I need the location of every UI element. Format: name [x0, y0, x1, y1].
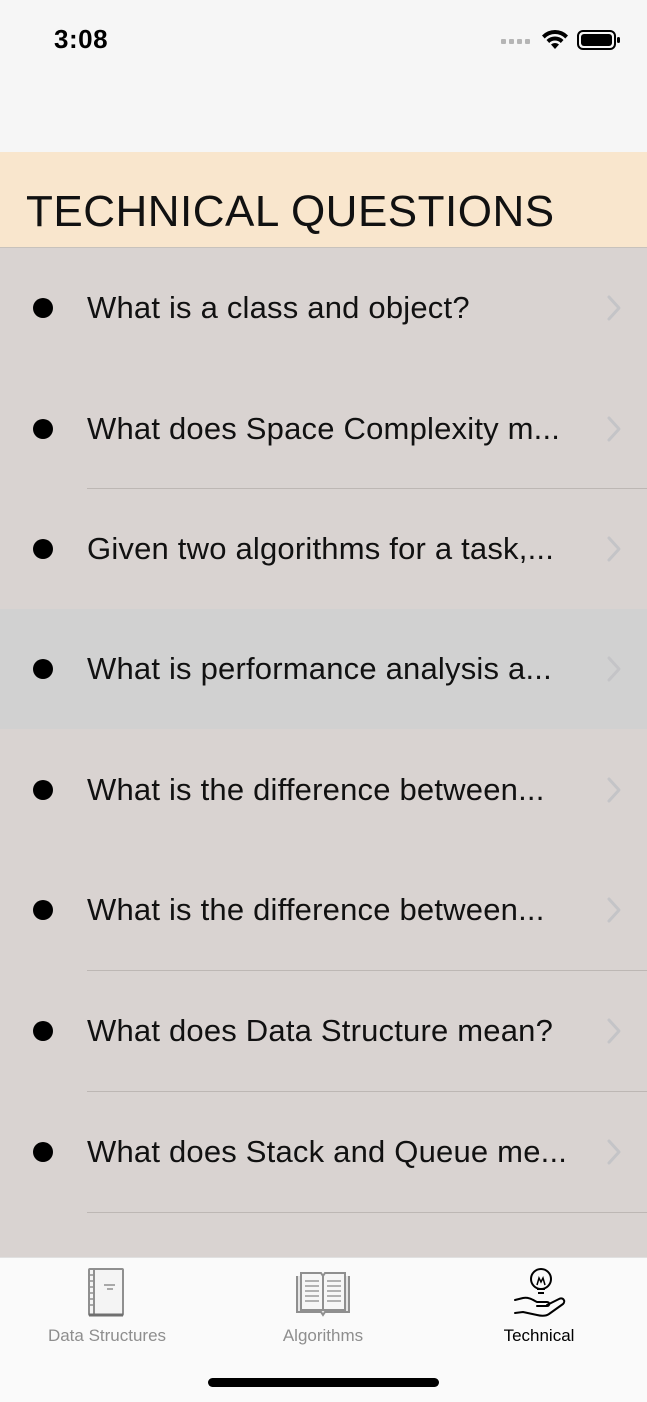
bullet-icon — [33, 1021, 53, 1041]
list-item-label: What is the difference between... — [87, 772, 545, 807]
chevron-right-icon — [607, 295, 621, 321]
bullet-icon — [33, 539, 53, 559]
list-item[interactable]: What is a class and object? — [0, 248, 647, 368]
tab-label: Data Structures — [47, 1326, 167, 1345]
section-title: TECHNICAL QUESTIONS — [26, 187, 555, 236]
list-item[interactable]: What does Space Complexity m... — [0, 369, 647, 489]
battery-icon — [577, 30, 620, 50]
tab-data-structures[interactable]: Data Structures — [7, 1266, 207, 1351]
chevron-right-icon — [607, 656, 621, 682]
status-icons — [501, 28, 621, 52]
bullet-icon — [33, 780, 53, 800]
list-item-label: What does Stack and Queue me... — [87, 1134, 568, 1169]
question-list[interactable]: What is a class and object? What does Sp… — [0, 248, 647, 1258]
tab-algorithms[interactable]: Algorithms — [223, 1266, 423, 1351]
bullet-icon — [33, 419, 53, 439]
chevron-right-icon — [607, 1018, 621, 1044]
lightbulb-hand-icon — [514, 1268, 566, 1317]
chevron-right-icon — [607, 777, 621, 803]
list-item-selected[interactable]: What is performance analysis a... — [0, 609, 647, 729]
tab-label: Technical — [503, 1326, 575, 1345]
wifi-icon — [542, 29, 568, 49]
list-item[interactable]: Given two algorithms for a task,... — [0, 489, 647, 609]
navigation-bar — [0, 80, 647, 152]
list-item-label: What is the difference between... — [87, 892, 545, 927]
open-book-icon — [296, 1272, 350, 1317]
chevron-right-icon — [607, 536, 621, 562]
cellular-dots-icon — [501, 39, 530, 44]
bullet-icon — [33, 900, 53, 920]
chevron-right-icon — [607, 416, 621, 442]
chevron-right-icon — [607, 897, 621, 923]
list-item-label: What does Space Complexity m... — [87, 411, 561, 446]
list-item-label: What is a class and object? — [87, 290, 470, 325]
list-item-label: What does Data Structure mean? — [87, 1013, 554, 1048]
chevron-right-icon — [607, 1139, 621, 1165]
bullet-icon — [33, 298, 53, 318]
list-item-label: What is performance analysis a... — [87, 651, 552, 686]
list-item-label: Given two algorithms for a task,... — [87, 531, 555, 566]
list-item[interactable]: What does Stack and Queue me... — [0, 1092, 647, 1212]
notebook-icon — [88, 1268, 124, 1317]
list-item[interactable]: What is the difference between... — [0, 730, 647, 850]
home-indicator — [208, 1378, 439, 1387]
bullet-icon — [33, 659, 53, 679]
list-item[interactable]: What is the difference between... — [0, 850, 647, 970]
tab-technical[interactable]: Technical — [439, 1266, 639, 1351]
tab-label: Algorithms — [282, 1326, 364, 1345]
status-bar: 3:08 — [0, 0, 647, 80]
list-item[interactable]: What does Data Structure mean? — [0, 971, 647, 1091]
status-time: 3:08 — [54, 24, 109, 54]
row-separator — [87, 1212, 647, 1213]
bullet-icon — [33, 1142, 53, 1162]
